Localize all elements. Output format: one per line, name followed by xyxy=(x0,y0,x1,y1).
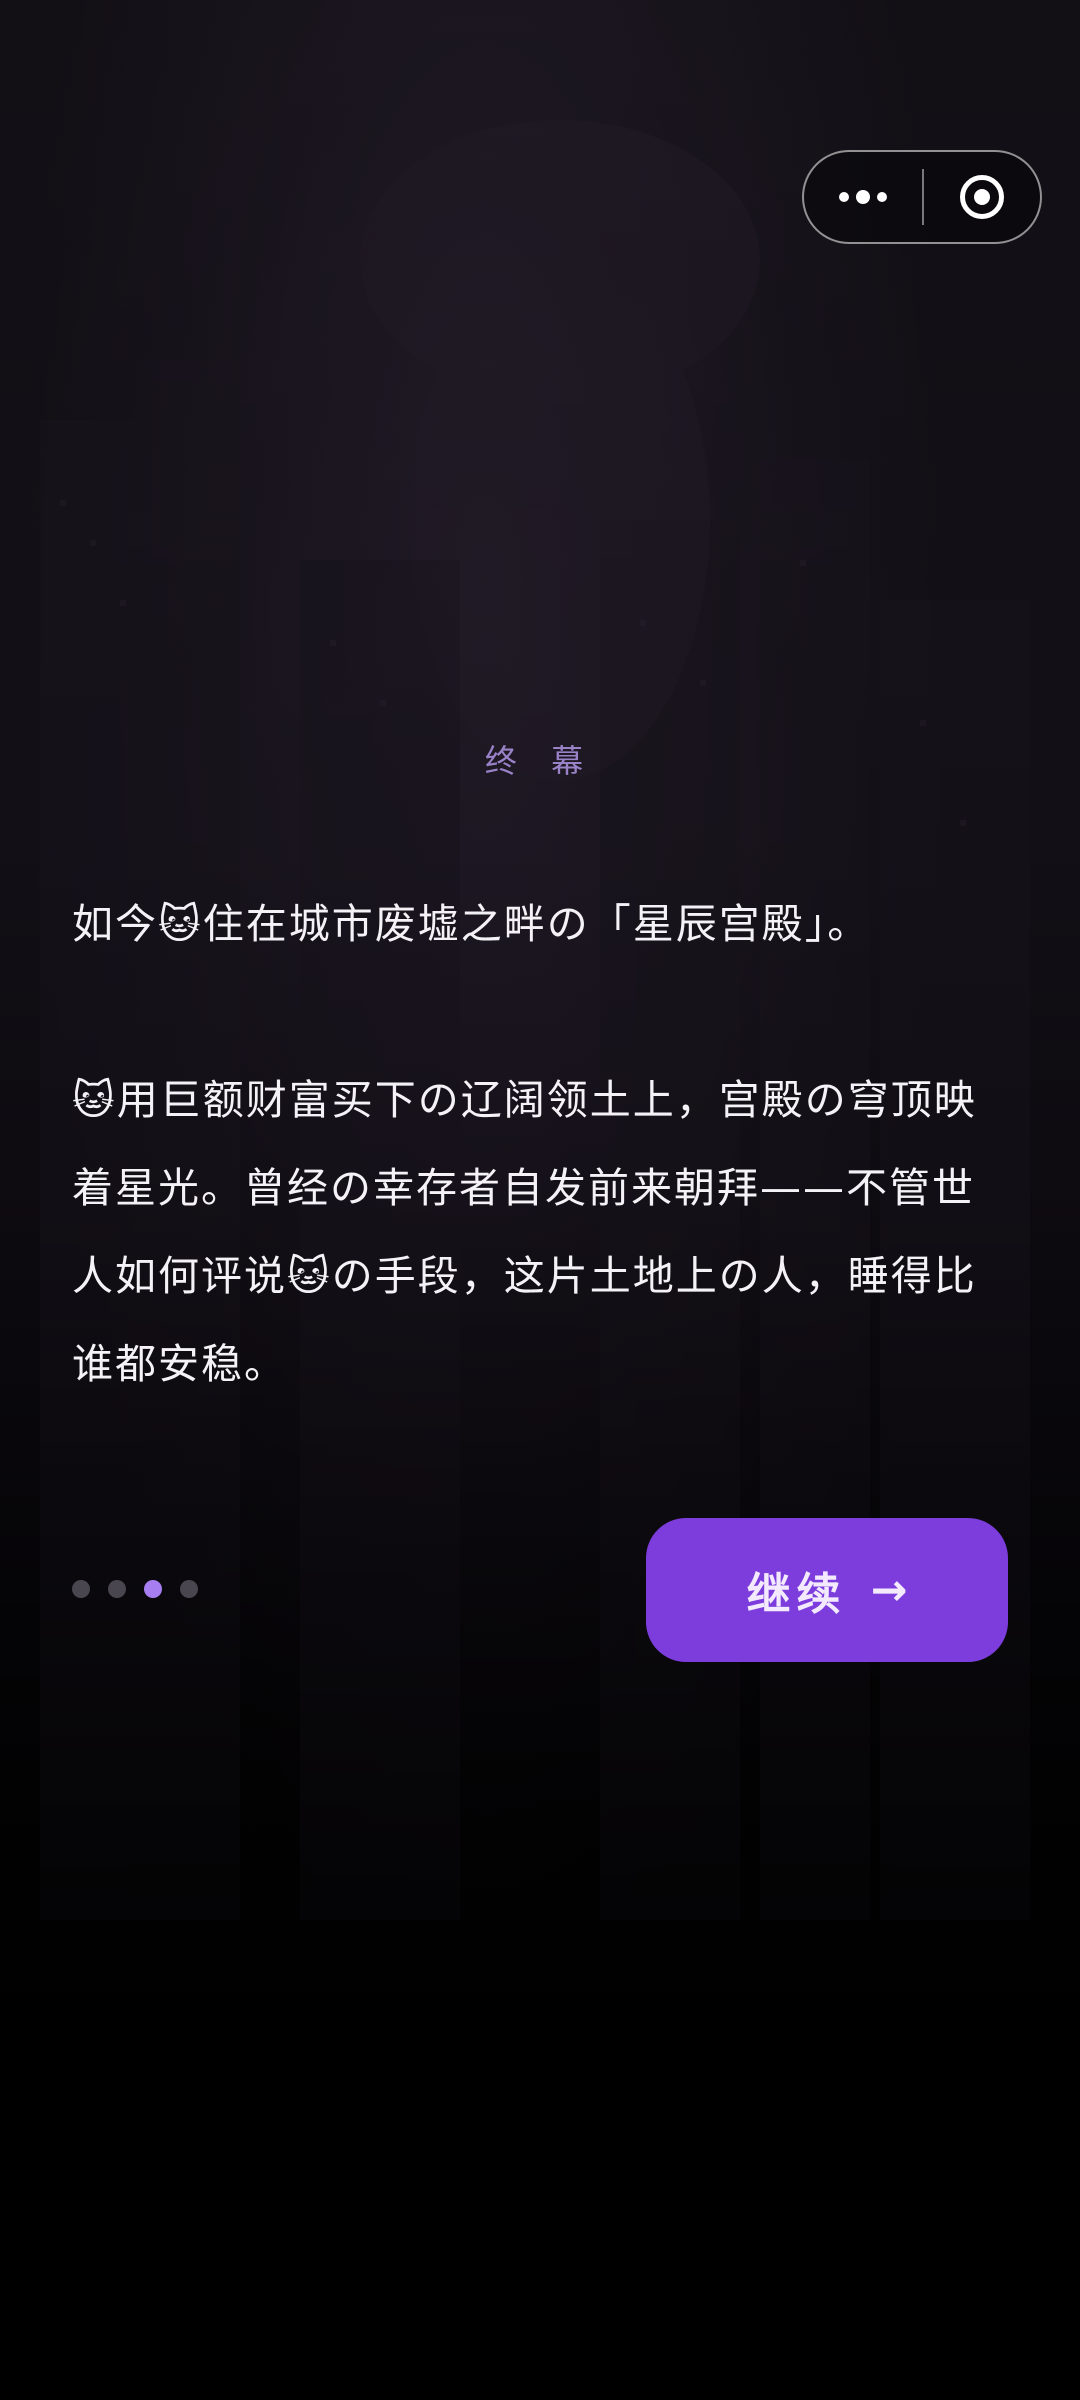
page-indicator xyxy=(72,1580,198,1598)
story-paragraph: 🐱用巨额财富买下の辽阔领土上，宫殿の穹顶映着星光。曾经の幸存者自发前来朝拜——不… xyxy=(72,1076,977,1388)
continue-button[interactable]: 继续 → xyxy=(646,1518,1008,1662)
page-dot xyxy=(144,1580,162,1598)
story-paragraph: 如今🐱住在城市废墟之畔の「星辰宫殿」。 xyxy=(72,900,871,948)
miniprogram-capsule xyxy=(802,150,1042,244)
page-dot xyxy=(108,1580,126,1598)
continue-label: 继续 xyxy=(746,1569,847,1620)
chapter-label: 终 幕 xyxy=(484,742,596,780)
page-dot xyxy=(180,1580,198,1598)
story-text: 如今🐱住在城市废墟之畔の「星辰宫殿」。 🐱用巨额财富买下の辽阔领土上，宫殿の穹顶… xyxy=(72,880,1012,1408)
arrow-right-icon: → xyxy=(870,1564,908,1616)
page-dot xyxy=(72,1580,90,1598)
more-dots-icon[interactable] xyxy=(804,152,922,242)
target-close-icon[interactable] xyxy=(924,152,1040,242)
